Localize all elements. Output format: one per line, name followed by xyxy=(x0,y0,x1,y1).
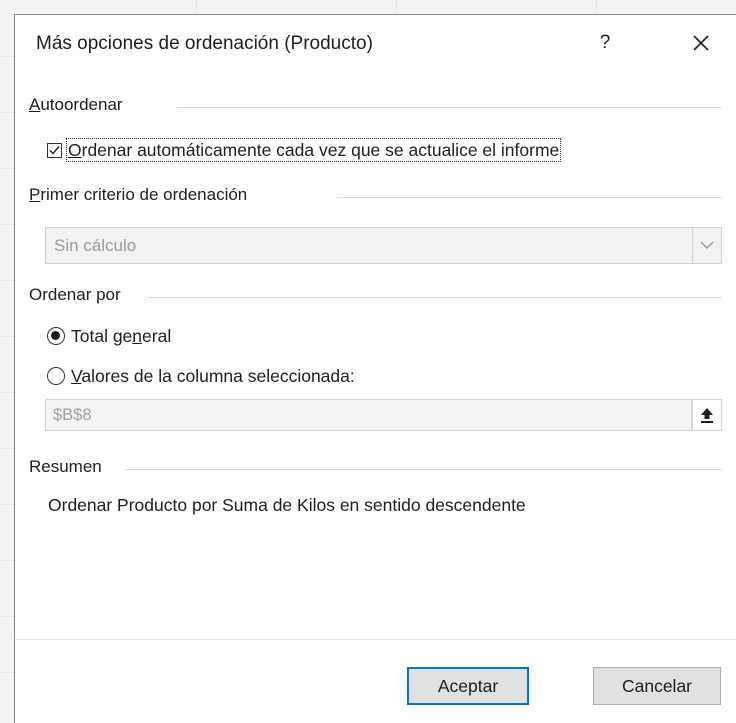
autosort-divider xyxy=(177,107,722,108)
sort-options-dialog: Más opciones de ordenación (Producto) ? … xyxy=(14,14,736,723)
cancel-button[interactable]: Cancelar xyxy=(593,667,721,705)
chevron-down-icon xyxy=(700,241,714,249)
summary-divider xyxy=(125,469,722,470)
sort-by-section-title: Ordenar por xyxy=(29,285,121,304)
help-button[interactable]: ? xyxy=(585,25,625,61)
first-key-divider xyxy=(337,197,722,198)
dialog-title: Más opciones de ordenación (Producto) xyxy=(36,33,373,54)
ok-button[interactable]: Aceptar xyxy=(407,667,529,705)
summary-section-title: Resumen xyxy=(29,457,102,476)
radio-option-column-values[interactable]: Valores de la columna seleccionada: xyxy=(47,363,355,389)
dropdown-toggle[interactable] xyxy=(692,228,721,263)
column-reference-input[interactable]: $B$8 xyxy=(45,399,692,431)
checkmark-icon xyxy=(49,145,60,155)
autosort-checkbox[interactable] xyxy=(47,142,62,158)
close-button[interactable] xyxy=(681,25,721,61)
summary-text: Ordenar Producto por Suma de Kilos en se… xyxy=(48,495,526,515)
first-key-section-title: Primer criterio de ordenación xyxy=(29,185,248,204)
radio-column-values-label[interactable]: Valores de la columna seleccionada: xyxy=(71,366,355,387)
collapse-dialog-button[interactable] xyxy=(692,399,722,431)
autosort-checkbox-label[interactable]: Ordenar automáticamente cada vez que se … xyxy=(66,138,562,162)
autosort-option[interactable]: Ordenar automáticamente cada vez que se … xyxy=(47,137,562,163)
radio-option-total[interactable]: Total general xyxy=(47,323,171,349)
first-key-select-value: Sin cálculo xyxy=(54,236,137,255)
radio-column-values[interactable] xyxy=(47,367,65,385)
sort-by-divider xyxy=(147,297,722,298)
autosort-section-title: Autoordenar xyxy=(29,95,123,114)
radio-total-general[interactable] xyxy=(47,327,65,345)
column-reference-value: $B$8 xyxy=(53,406,92,424)
footer-divider xyxy=(15,639,736,640)
dialog-titlebar[interactable]: Más opciones de ordenación (Producto) ? xyxy=(15,15,736,73)
radio-total-general-label[interactable]: Total general xyxy=(71,326,171,347)
close-icon xyxy=(693,35,709,51)
collapse-arrow-icon xyxy=(701,408,713,423)
first-key-select[interactable]: Sin cálculo xyxy=(45,227,722,264)
